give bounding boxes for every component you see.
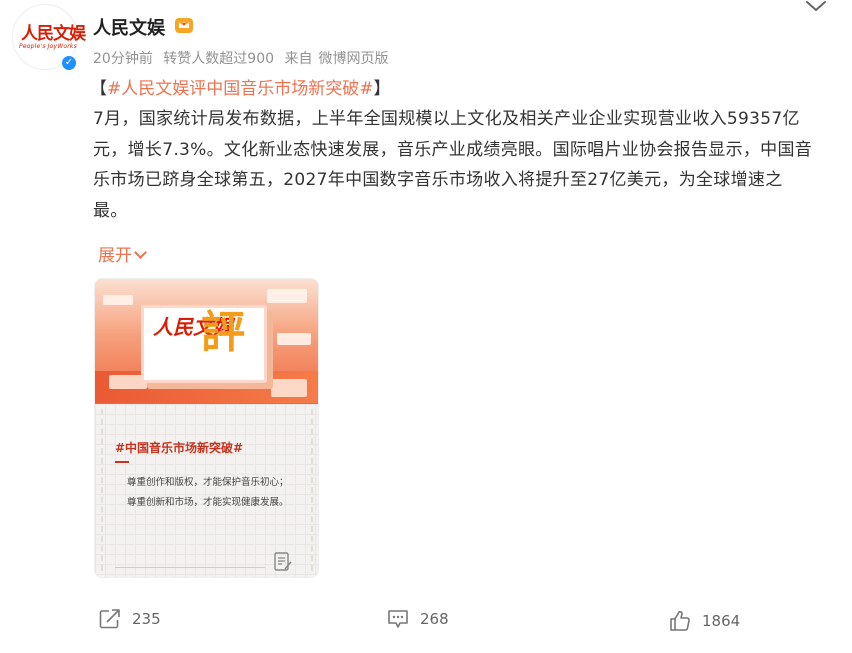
post-time[interactable]: 20分钟前 xyxy=(93,51,153,67)
bracket-close: 】 xyxy=(373,79,391,99)
expand-button[interactable]: 展开 xyxy=(98,241,147,266)
chevron-down-icon[interactable] xyxy=(805,0,827,14)
chevron-down-icon xyxy=(134,246,147,259)
avatar-logo-text: 人民文娱 xyxy=(21,24,86,44)
image-decor-bubble xyxy=(103,295,133,305)
post-body: 7月，国家统计局发布数据，上半年全国规模以上文化及相关产业企业实现营业收入593… xyxy=(93,109,813,221)
source-prefix: 来自 xyxy=(284,51,313,67)
image-ping-char: 評 xyxy=(201,307,245,358)
image-text-line: 尊重创作和版权，才能保护音乐初心； xyxy=(127,477,289,488)
verified-check-icon: ✓ xyxy=(60,54,78,72)
share-count: 235 xyxy=(132,610,161,628)
image-decor-bubble xyxy=(271,379,307,397)
post-image[interactable]: 人民文娱 評 #中国音乐市场新突破# 尊重创作和版权，才能保护音乐初心； 尊重创… xyxy=(94,278,319,578)
image-text-line: 尊重创新和市场，才能实现健康发展。 xyxy=(127,497,289,508)
image-decor-bubble xyxy=(277,333,311,345)
avatar-logo-subtext: People's JoyWorks xyxy=(19,43,77,50)
image-paper-border xyxy=(101,409,313,571)
crown-badge-icon[interactable] xyxy=(174,15,194,35)
author-name[interactable]: 人民文娱 xyxy=(93,14,165,40)
repost-note: 转赞人数超过900 xyxy=(163,51,275,67)
comment-icon xyxy=(388,610,408,628)
post-topic-line: 【#人民文娱评中国音乐市场新突破#】 xyxy=(90,74,391,99)
comment-button[interactable]: 268 xyxy=(386,605,449,633)
image-decor-bubble xyxy=(267,289,307,303)
bracket-open: 【 xyxy=(90,79,107,99)
expand-label: 展开 xyxy=(98,246,132,266)
document-pen-icon xyxy=(274,552,292,571)
share-button[interactable]: 235 xyxy=(98,605,161,633)
share-icon xyxy=(99,609,120,629)
post-source[interactable]: 微博网页版 xyxy=(318,51,388,67)
image-title: #中国音乐市场新突破# xyxy=(115,441,244,455)
comment-count: 268 xyxy=(420,610,449,628)
post-meta: 20分钟前 转赞人数超过900 来自 微博网页版 xyxy=(93,48,394,68)
like-button[interactable]: 1864 xyxy=(668,607,740,635)
like-count: 1864 xyxy=(702,612,741,630)
weibo-post-card: 人民文娱 People's JoyWorks ✓ 人民文娱 20分钟前 转赞人数… xyxy=(0,0,852,653)
thumbs-up-icon xyxy=(670,610,690,631)
topic-tag-link[interactable]: #人民文娱评中国音乐市场新突破# xyxy=(107,79,374,99)
image-title-underline xyxy=(115,461,129,463)
image-footer-line xyxy=(115,567,265,568)
